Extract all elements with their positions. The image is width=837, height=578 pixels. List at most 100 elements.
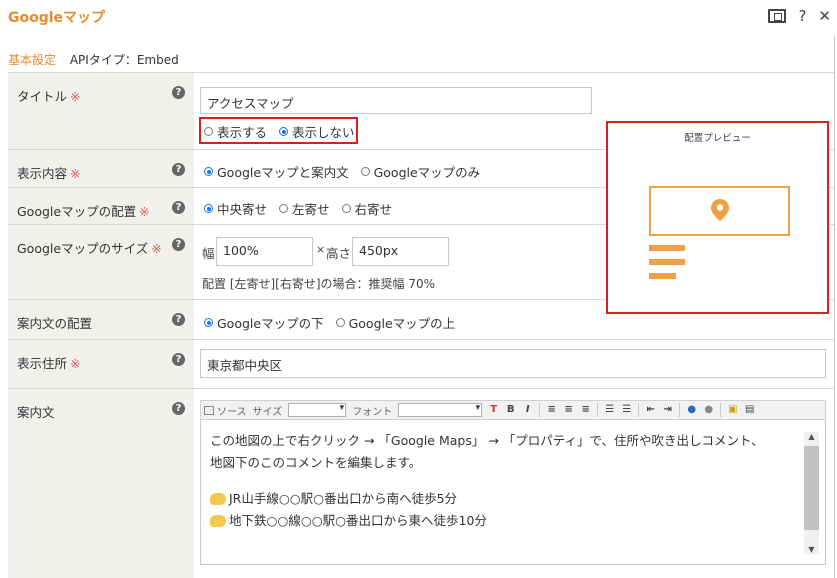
text-color-icon[interactable]: T (487, 404, 500, 416)
radio-dot (360, 167, 370, 176)
required-mark: ※ (70, 166, 81, 181)
pointing-hand-icon (210, 493, 226, 505)
outdent-icon[interactable]: ⇤ (644, 404, 657, 416)
map-position-radios: 中央寄せ 左寄せ 右寄せ (204, 199, 404, 218)
radio-dot (204, 318, 213, 327)
dialog-right-border (834, 36, 835, 578)
content-cell: 東京都中央区 (194, 340, 834, 388)
radio-show-title[interactable]: 表示する (204, 122, 267, 141)
toolbar-separator (539, 403, 541, 417)
align-left-icon[interactable]: ≡ (545, 404, 558, 416)
tab-bar: 基本設定 APIタイプ：Embed (8, 51, 179, 68)
radio-dot (341, 204, 351, 213)
label-cell: 表示内容 ※ ? (8, 150, 194, 187)
required-mark: ※ (70, 356, 81, 371)
required-mark: ※ (151, 241, 162, 256)
row-size-label: Googleマップのサイズ ※ (17, 241, 162, 256)
times-sign: × (316, 243, 326, 256)
editor-content[interactable]: この地図の上で右クリック → 「Google Maps」 → 「プロパティ」で、… (210, 430, 805, 532)
row-address-label: 表示住所 ※ (17, 356, 81, 371)
size-select[interactable] (288, 403, 347, 417)
label-cell: Googleマップの配置 ※ ? (8, 188, 194, 224)
help-icon[interactable]: ? (172, 353, 185, 366)
radio-center[interactable]: 中央寄せ (204, 199, 267, 218)
toolbar-separator (638, 403, 640, 417)
required-mark: ※ (70, 89, 81, 104)
indent-icon[interactable]: ⇥ (661, 404, 674, 416)
editor-blank-line (210, 474, 805, 488)
map-pin-icon (711, 199, 729, 221)
height-label: 高さ (326, 246, 352, 261)
scroll-up-arrow-icon[interactable]: ▲ (804, 432, 819, 441)
preview-text-line (649, 259, 685, 265)
source-button[interactable]: ソース (204, 403, 247, 418)
radio-dot (335, 318, 345, 327)
help-icon[interactable]: ? (172, 402, 185, 415)
address-input[interactable]: 東京都中央区 (200, 349, 826, 378)
scroll-down-arrow-icon[interactable]: ▼ (804, 545, 819, 554)
radio-right[interactable]: 右寄せ (341, 199, 392, 218)
size-label: サイズ (252, 406, 283, 418)
help-icon[interactable]: ? (172, 238, 185, 251)
toolbar-separator (597, 403, 599, 417)
editor-line: 地図下のこのコメントを編集します。 (210, 455, 422, 470)
close-icon[interactable]: ✕ (818, 8, 831, 24)
radio-map-and-text[interactable]: Googleマップと案内文 (204, 162, 349, 181)
align-center-icon[interactable]: ≡ (562, 404, 575, 416)
editor-scrollbar[interactable]: ▲ ▼ (804, 432, 819, 554)
radio-dot (204, 167, 213, 176)
italic-icon[interactable]: I (521, 404, 534, 416)
size-hint: 配置 [左寄せ][右寄せ]の場合：推奨幅 70% (202, 277, 436, 291)
ordered-list-icon[interactable]: ☰ (603, 404, 616, 416)
preview-text-line (649, 245, 685, 251)
preview-text-line (649, 273, 676, 279)
font-select[interactable] (398, 403, 483, 417)
text-position-radios: Googleマップの下 Googleマップの上 (204, 313, 467, 332)
help-icon[interactable]: ? (798, 8, 806, 24)
radio-above-map[interactable]: Googleマップの上 (335, 313, 455, 332)
required-mark: ※ (139, 204, 150, 219)
help-icon[interactable]: ? (172, 201, 185, 214)
height-input[interactable]: 450px (352, 237, 449, 266)
radio-dot (204, 127, 213, 136)
link-icon[interactable]: ● (685, 404, 698, 416)
align-right-icon[interactable]: ≡ (579, 404, 592, 416)
width-input[interactable]: 100% (216, 237, 313, 266)
title-input[interactable]: アクセスマップ (200, 87, 592, 114)
api-type-label: APIタイプ：Embed (69, 53, 179, 67)
toolbar-separator (720, 403, 722, 417)
dialog-header: Googleマップ ? ✕ (0, 0, 837, 34)
preview-map-box (649, 186, 790, 236)
unlink-icon[interactable]: ● (702, 404, 715, 416)
row-display-label: 表示内容 ※ (17, 166, 81, 181)
editor-line: この地図の上で右クリック → 「Google Maps」 → 「プロパティ」で、… (210, 433, 764, 448)
radio-left[interactable]: 左寄せ (279, 199, 330, 218)
help-icon[interactable]: ? (172, 86, 185, 99)
bold-icon[interactable]: B (504, 404, 517, 416)
toolbar-separator (679, 403, 681, 417)
radio-hide-title[interactable]: 表示しない (279, 122, 355, 141)
guide-text-editor[interactable]: この地図の上で右クリック → 「Google Maps」 → 「プロパティ」で、… (200, 420, 826, 565)
preview-film-icon[interactable] (768, 9, 787, 23)
tab-basic-settings[interactable]: 基本設定 (8, 53, 56, 67)
editor-line: 地下鉄○○線○○駅○番出口から東へ徒歩10分 (210, 510, 805, 532)
table-icon[interactable]: ▤ (743, 404, 756, 416)
label-cell: タイトル ※ ? (8, 73, 194, 149)
scroll-thumb[interactable] (804, 446, 819, 530)
image-icon[interactable]: ▣ (726, 404, 739, 416)
radio-map-only[interactable]: Googleマップのみ (360, 162, 480, 181)
label-cell: Googleマップのサイズ ※ ? (8, 225, 194, 299)
editor-line: JR山手線○○駅○番出口から南へ徒歩5分 (210, 488, 805, 510)
help-icon[interactable]: ? (172, 163, 185, 176)
layout-preview: 配置プレビュー (606, 121, 829, 314)
width-label: 幅 (202, 246, 215, 261)
row-guide-label: 案内文 (17, 405, 55, 420)
row-title-label: タイトル ※ (17, 89, 81, 104)
font-label: フォント (352, 406, 393, 418)
radio-dot (204, 204, 213, 213)
radio-below-map[interactable]: Googleマップの下 (204, 313, 324, 332)
unordered-list-icon[interactable]: ☰ (620, 404, 633, 416)
dialog-title: Googleマップ (8, 10, 106, 26)
pointing-hand-icon (210, 515, 226, 527)
help-icon[interactable]: ? (172, 313, 185, 326)
